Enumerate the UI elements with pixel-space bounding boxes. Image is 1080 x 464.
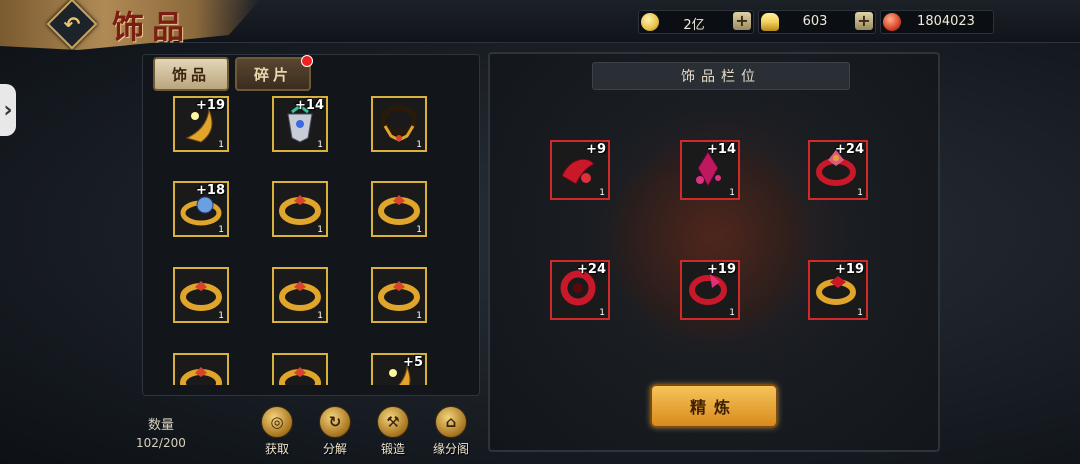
slots-title: 饰品栏位 [592, 62, 850, 90]
item-level: +14 [295, 98, 324, 113]
currency-ingot: 603 + [758, 10, 876, 34]
equip-slot[interactable]: +24 1 [808, 140, 868, 200]
currency-gold: 2亿 + [638, 10, 754, 34]
item-level: +9 [586, 142, 606, 157]
inventory-item[interactable]: 1 [272, 267, 328, 323]
tab-fragments-label: 碎片 [253, 65, 292, 84]
equip-slot[interactable]: +24 1 [550, 260, 610, 320]
side-expand-button[interactable]: › [0, 84, 16, 136]
inventory-grid: +19 1 +14 1 1 +18 1 1 1 1 1 1 +5 [143, 95, 479, 385]
back-arrow-icon: ↶ [63, 12, 81, 36]
inventory-item[interactable]: 1 [371, 267, 427, 323]
add-gold-button[interactable]: + [733, 12, 751, 30]
count-value: 102/200 [136, 436, 186, 450]
gold-ring-icon [279, 281, 321, 311]
hammer-icon: ⚒ [377, 406, 409, 438]
necklace-icon [380, 105, 418, 142]
inventory-item[interactable]: 1 [371, 181, 427, 237]
decompose-button[interactable]: ↻ 分解 [312, 406, 358, 458]
silver-ingot-icon [761, 13, 779, 31]
equip-slot[interactable]: +14 1 [680, 140, 740, 200]
pavilion-icon: ⌂ [435, 406, 467, 438]
gold-coin-icon [641, 13, 659, 31]
item-level: +24 [835, 142, 864, 157]
item-count: 1 [416, 140, 422, 150]
equip-slot[interactable]: +19 1 [680, 260, 740, 320]
item-level: +19 [707, 262, 736, 277]
item-count: 1 [857, 308, 863, 318]
item-count: 1 [416, 225, 422, 235]
gold-ring-icon [180, 281, 222, 311]
inventory-item[interactable]: +14 1 [272, 96, 328, 152]
inventory-item[interactable]: +19 1 [173, 96, 229, 152]
item-count: 1 [317, 225, 323, 235]
item-level: +5 [403, 355, 423, 370]
item-count: 1 [857, 188, 863, 198]
gold-ring-icon [378, 281, 420, 311]
tab-accessories[interactable]: 饰品 [153, 57, 229, 91]
item-level: +14 [707, 142, 736, 157]
inventory-panel: 饰品 碎片 +19 1 +14 1 1 +18 1 1 1 1 1 1 +5 [142, 54, 480, 396]
notification-dot [301, 55, 313, 67]
fate-pavilion-button[interactable]: ⌂ 缘分阁 [428, 406, 474, 458]
forge-label: 锻造 [380, 442, 405, 456]
count-label: 数量 [148, 418, 175, 433]
item-count: 1 [218, 311, 224, 321]
currency-gem: 1804023 [880, 10, 994, 34]
fate-pavilion-label: 缘分阁 [432, 442, 469, 456]
gold-ring-icon [378, 195, 420, 225]
item-level: +18 [196, 183, 225, 198]
inventory-item[interactable] [173, 353, 229, 385]
item-count: 1 [416, 311, 422, 321]
refine-button[interactable]: 精炼 [650, 384, 778, 428]
currency-ingot-value: 603 [802, 14, 828, 29]
gold-ring-icon [279, 367, 321, 385]
forge-button[interactable]: ⚒ 锻造 [370, 406, 416, 458]
decompose-icon: ↻ [319, 406, 351, 438]
currency-gold-value: 2亿 [683, 18, 705, 33]
item-level: +19 [196, 98, 225, 113]
obtain-label: 获取 [264, 442, 289, 456]
obtain-button[interactable]: ◎ 获取 [254, 406, 300, 458]
inventory-item[interactable]: 1 [371, 96, 427, 152]
item-count: 1 [218, 225, 224, 235]
item-count: 1 [317, 311, 323, 321]
item-level: +24 [577, 262, 606, 277]
gold-ring-icon [279, 195, 321, 225]
item-count: 1 [729, 188, 735, 198]
inventory-item[interactable] [272, 353, 328, 385]
obtain-icon: ◎ [261, 406, 293, 438]
item-count: 1 [599, 188, 605, 198]
item-level: +19 [835, 262, 864, 277]
equip-slot[interactable]: +19 1 [808, 260, 868, 320]
inventory-item[interactable]: +5 [371, 353, 427, 385]
equip-slots-panel: 饰品栏位 +9 1 +14 1 +24 1 +24 1 +19 1 +19 1 … [488, 52, 940, 452]
red-gem-icon [883, 13, 901, 31]
inventory-item[interactable]: 1 [272, 181, 328, 237]
item-count: 1 [218, 140, 224, 150]
item-count: 1 [317, 140, 323, 150]
currency-gem-value: 1804023 [917, 14, 975, 29]
item-count: 1 [599, 308, 605, 318]
add-ingot-button[interactable]: + [855, 12, 873, 30]
inventory-item[interactable]: 1 [173, 267, 229, 323]
item-count: 1 [729, 308, 735, 318]
tab-fragments[interactable]: 碎片 [235, 55, 313, 91]
inventory-item[interactable]: +18 1 [173, 181, 229, 237]
gold-ring-icon [180, 367, 222, 385]
page-title: 饰品 [112, 8, 193, 46]
decompose-label: 分解 [322, 442, 347, 456]
equip-slot[interactable]: +9 1 [550, 140, 610, 200]
